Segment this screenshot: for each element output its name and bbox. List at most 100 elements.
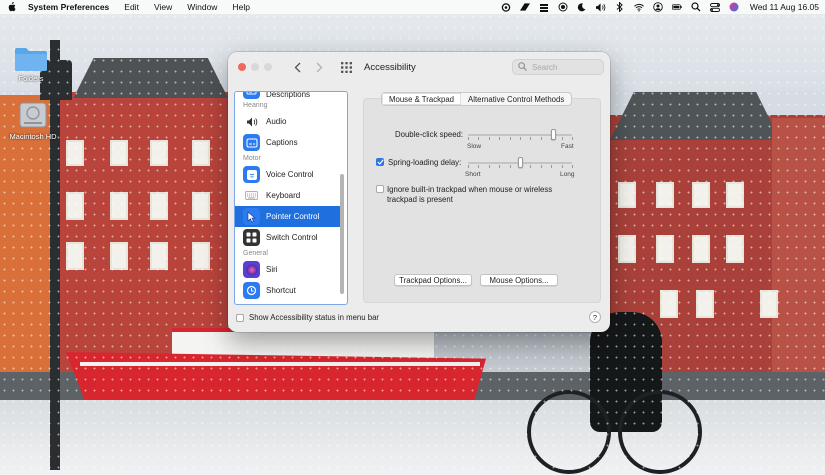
slider-tick xyxy=(509,137,511,140)
desktop-icon-folders[interactable]: Folders xyxy=(3,46,59,83)
show-all-grid-icon[interactable] xyxy=(340,61,352,73)
sidebar-item-label: Siri xyxy=(266,265,278,274)
audio-icon xyxy=(243,113,260,130)
slider-knob[interactable] xyxy=(517,157,523,168)
hard-disk-icon xyxy=(18,100,48,130)
switch-control-icon xyxy=(243,229,260,246)
slider-tick xyxy=(499,137,501,140)
sidebar-item-audio[interactable]: Audio xyxy=(235,111,341,132)
sidebar-item-shortcut[interactable]: Shortcut xyxy=(235,280,341,301)
search-input[interactable] xyxy=(532,62,602,72)
long-label: Long xyxy=(560,171,575,178)
slider-tick xyxy=(561,165,563,168)
user-icon[interactable] xyxy=(653,2,663,12)
slider-knob[interactable] xyxy=(550,129,556,140)
scrollbar-thumb[interactable] xyxy=(340,174,344,294)
sidebar-list: Descriptions Hearing Audio Captions Motor Voi… xyxy=(235,92,341,301)
menu-edit[interactable]: Edit xyxy=(124,2,139,12)
slider-tick xyxy=(561,137,563,140)
volume-icon[interactable] xyxy=(595,2,606,12)
sidebar-section-hearing: Hearing xyxy=(243,102,268,109)
spring-loading-checkbox[interactable] xyxy=(376,158,384,166)
minimize-window-button[interactable] xyxy=(251,63,259,71)
bluetooth-icon[interactable] xyxy=(615,2,625,12)
moon-icon[interactable] xyxy=(577,2,587,12)
pointer-control-icon xyxy=(243,208,260,225)
sidebar-scrollbar[interactable] xyxy=(340,94,345,302)
captions-icon xyxy=(243,134,260,151)
brand-icon[interactable] xyxy=(519,2,530,12)
back-button[interactable] xyxy=(292,61,302,73)
slider-tick xyxy=(572,165,573,168)
sidebar-item-captions[interactable]: Captions xyxy=(235,132,341,153)
slider-tick xyxy=(468,137,469,140)
slider-tick xyxy=(478,137,480,140)
desktop-icon-macintosh-hd[interactable]: Macintosh HD xyxy=(5,100,61,141)
window-titlebar[interactable]: Accessibility xyxy=(228,52,610,82)
spring-loading-delay-slider[interactable] xyxy=(468,157,573,168)
siri-icon[interactable] xyxy=(729,2,739,12)
descriptions-icon xyxy=(243,92,260,99)
show-status-checkbox[interactable] xyxy=(236,313,244,322)
mouse-options-button[interactable]: Mouse Options... xyxy=(480,274,558,286)
stack-icon[interactable] xyxy=(539,2,549,12)
trackpad-options-button[interactable]: Trackpad Options... xyxy=(394,274,472,286)
ignore-trackpad-label-line2: trackpad is present xyxy=(387,195,453,204)
sidebar-item-label: Captions xyxy=(266,138,298,147)
sidebar-item-switch-control[interactable]: Switch Control xyxy=(235,227,341,248)
ignore-trackpad-checkbox[interactable] xyxy=(376,185,384,193)
menubar-clock[interactable]: Wed 11 Aug 16.05 xyxy=(750,2,819,12)
tab-mouse-trackpad[interactable]: Mouse & Trackpad xyxy=(382,93,462,105)
sidebar-section-motor: Motor xyxy=(243,155,261,162)
accessibility-sidebar[interactable]: Descriptions Hearing Audio Captions Motor Voi… xyxy=(234,91,348,305)
menu-view[interactable]: View xyxy=(154,2,172,12)
sidebar-item-voice-control[interactable]: Voice Control xyxy=(235,164,341,185)
slider-tick xyxy=(488,165,490,168)
sidebar-section-general: General xyxy=(243,250,268,257)
slider-rail xyxy=(468,134,572,136)
slow-label: Slow xyxy=(467,143,482,150)
slider-tick xyxy=(478,165,480,168)
slider-tick xyxy=(530,137,532,140)
apple-menu-icon[interactable] xyxy=(6,2,16,12)
slider-tick xyxy=(499,165,501,168)
creative-cloud-icon[interactable] xyxy=(501,2,511,12)
zoom-window-button[interactable] xyxy=(264,63,272,71)
wifi-icon[interactable] xyxy=(633,2,644,12)
slider-tick xyxy=(540,137,542,140)
battery-icon[interactable] xyxy=(671,2,682,12)
sidebar-item-label: Voice Control xyxy=(266,170,314,179)
slider-tick xyxy=(551,165,553,168)
forward-button[interactable] xyxy=(314,61,324,73)
slider-tick xyxy=(540,165,542,168)
show-status-label: Show Accessibility status in menu bar xyxy=(249,313,380,322)
menu-app-name[interactable]: System Preferences xyxy=(28,2,109,12)
tab-alternative-control-methods[interactable]: Alternative Control Methods xyxy=(461,93,571,105)
nav-buttons xyxy=(292,61,324,73)
sidebar-item-descriptions[interactable]: Descriptions xyxy=(235,92,341,100)
sidebar-item-label: Audio xyxy=(266,117,287,126)
pointer-control-panel: Mouse & Trackpad Alternative Control Met… xyxy=(363,92,601,303)
sidebar-item-keyboard[interactable]: Keyboard xyxy=(235,185,341,206)
sidebar-item-pointer-control[interactable]: Pointer Control xyxy=(235,206,341,227)
window-title: Accessibility xyxy=(364,61,416,73)
menu-help[interactable]: Help xyxy=(232,2,249,12)
search-field[interactable] xyxy=(512,59,604,75)
search-icon[interactable] xyxy=(691,2,701,12)
sidebar-item-siri[interactable]: Siri xyxy=(235,259,341,280)
ignore-trackpad-label-line1: Ignore built-in trackpad when mouse or w… xyxy=(387,185,553,194)
double-click-speed-label: Double-click speed: xyxy=(395,130,464,139)
double-click-speed-slider[interactable] xyxy=(468,129,573,140)
menu-bar-status-option[interactable]: Show Accessibility status in menu bar xyxy=(236,313,379,322)
accessibility-window: Accessibility Descriptions Hearing Audio Ca… xyxy=(228,52,610,332)
slider-tick xyxy=(509,165,511,168)
desktop-icon-label: Folders xyxy=(18,74,44,83)
help-button[interactable]: ? xyxy=(589,311,601,323)
record-icon[interactable] xyxy=(558,2,568,12)
status-area: Wed 11 Aug 16.05 xyxy=(501,2,819,12)
folder-icon xyxy=(14,46,48,72)
control-center-icon[interactable] xyxy=(709,2,720,12)
close-window-button[interactable] xyxy=(238,63,246,71)
menu-window[interactable]: Window xyxy=(187,2,217,12)
slider-tick xyxy=(530,165,532,168)
